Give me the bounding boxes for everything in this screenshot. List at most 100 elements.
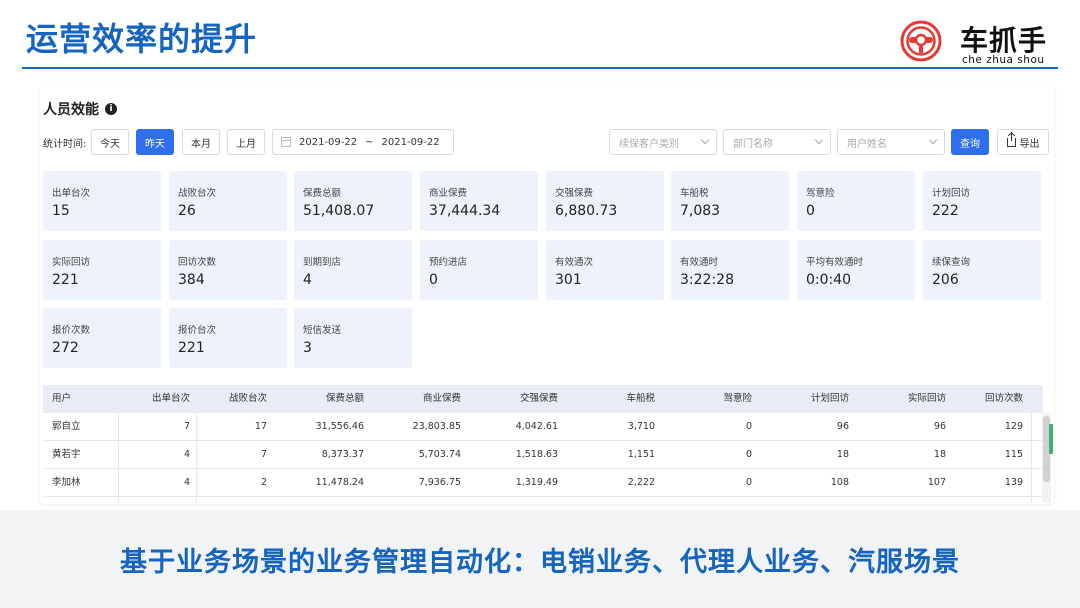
column-header[interactable]: 驾意险 [723, 385, 752, 413]
table-cell: 3,710 [627, 421, 655, 432]
table-row[interactable]: 郭自立 7 17 31,556.46 23,803.85 4,042.61 3,… [43, 413, 1043, 441]
column-header[interactable]: 战败台次 [229, 385, 267, 413]
metric-card: 续保查询 206 [923, 240, 1041, 300]
department-placeholder: 部门名称 [733, 138, 773, 150]
table-cell: 31,556.46 [315, 421, 364, 432]
column-header[interactable]: 商业保费 [423, 385, 461, 413]
range-today-button[interactable]: 今天 [91, 129, 129, 155]
metric-label: 出单台次 [52, 188, 91, 199]
metric-card: 到期到店 4 [294, 240, 412, 300]
table-cell: 11,478.24 [315, 477, 364, 488]
metric-card: 报价台次 221 [169, 308, 287, 368]
metric-value: 3 [303, 340, 312, 356]
metric-value: 301 [555, 272, 582, 288]
export-label: 导出 [1019, 138, 1040, 150]
metric-card: 短信发送 3 [294, 308, 412, 368]
renewal-category-placeholder: 续保客户类别 [619, 138, 679, 150]
table-cell: 7 [260, 449, 267, 460]
table-cell: 4,042.61 [515, 421, 558, 432]
metric-value: 6,880.73 [555, 203, 618, 219]
column-header[interactable]: 实际回访 [908, 385, 946, 413]
table-cell: 139 [1004, 477, 1023, 488]
metric-label: 交强保费 [555, 188, 594, 199]
department-select[interactable]: 部门名称 [723, 129, 831, 155]
column-header[interactable]: 计划回访 [811, 385, 849, 413]
export-icon [1006, 132, 1016, 147]
table-cell: 115 [1004, 449, 1023, 460]
table-cell: 96 [836, 421, 849, 432]
scroll-accent-marker [1049, 424, 1053, 454]
metric-value: 3:22:28 [680, 272, 734, 288]
table-cell: 8,373.37 [321, 449, 364, 460]
table-cell: 1,319.49 [515, 477, 558, 488]
metric-label: 回访次数 [178, 257, 217, 268]
metric-label: 战败台次 [178, 188, 217, 199]
metric-value: 15 [52, 203, 70, 219]
metric-value: 0:0:40 [806, 272, 852, 288]
table-cell: 18 [933, 449, 946, 460]
table-cell: 2 [260, 477, 267, 488]
column-header[interactable]: 回访次数 [985, 385, 1023, 413]
table-cell: 4 [183, 449, 190, 460]
metric-label: 报价台次 [178, 325, 217, 336]
column-header[interactable]: 交强保费 [520, 385, 558, 413]
table-cell: 107 [927, 477, 946, 488]
date-range-picker[interactable]: 2021-09-22 ~ 2021-09-22 [272, 129, 454, 155]
metric-label: 车船税 [680, 188, 709, 199]
metric-label: 保费总额 [303, 188, 342, 199]
metric-card: 预约进店 0 [420, 240, 538, 300]
logo-name-cn: 车抓手 [960, 24, 1048, 57]
column-header[interactable]: 出单台次 [152, 385, 190, 413]
renewal-category-select[interactable]: 续保客户类别 [609, 129, 717, 155]
date-start: 2021-09-22 [299, 136, 358, 148]
column-divider [196, 413, 197, 503]
metric-card: 回访次数 384 [169, 240, 287, 300]
metric-card: 战败台次 26 [169, 171, 287, 231]
table-cell: 17 [254, 421, 267, 432]
metric-value: 206 [932, 272, 959, 288]
query-button[interactable]: 查询 [951, 129, 989, 155]
metric-card: 平均有效通时 0:0:40 [797, 240, 915, 300]
table-cell: 129 [1004, 421, 1023, 432]
user-name-select[interactable]: 用户姓名 [837, 129, 945, 155]
metric-value: 222 [932, 203, 959, 219]
table-cell: 108 [830, 477, 849, 488]
chevron-down-icon [928, 135, 938, 145]
table-cell: 1,151 [627, 449, 655, 460]
table-cell: 7,936.75 [418, 477, 461, 488]
calendar-icon [281, 137, 291, 147]
metric-label: 到期到店 [303, 257, 342, 268]
metric-value: 7,083 [680, 203, 721, 219]
column-divider [1031, 413, 1032, 503]
metric-value: 384 [178, 272, 205, 288]
range-yesterday-button[interactable]: 昨天 [136, 129, 174, 155]
export-button[interactable]: 导出 [997, 129, 1049, 155]
metric-value: 26 [178, 203, 196, 219]
metric-value: 0 [429, 272, 438, 288]
metric-value: 221 [178, 340, 205, 356]
column-header[interactable]: 用户 [52, 385, 71, 413]
range-last-month-button[interactable]: 上月 [227, 129, 265, 155]
panel-title: 人员效能 i [43, 99, 117, 119]
metric-value: 272 [52, 340, 79, 356]
column-header[interactable]: 车船税 [626, 385, 655, 413]
metric-label: 报价次数 [52, 325, 91, 336]
table-cell: 0 [745, 449, 752, 460]
metric-card: 有效通次 301 [546, 240, 664, 300]
table-row[interactable]: 黄若宇 4 7 8,373.37 5,703.74 1,518.63 1,151… [43, 441, 1043, 469]
metric-label: 商业保费 [429, 188, 468, 199]
table-row[interactable]: 李加林 4 2 11,478.24 7,936.75 1,319.49 2,22… [43, 469, 1043, 497]
table-cell: 1,518.63 [515, 449, 558, 460]
staff-efficiency-panel: 人员效能 i 统计时间: 今天 昨天 本月 上月 2021-09-22 ~ 20… [40, 86, 1054, 504]
metric-label: 计划回访 [932, 188, 971, 199]
metric-card: 计划回访 222 [923, 171, 1041, 231]
panel-title-text: 人员效能 [43, 102, 99, 118]
chevron-down-icon [700, 135, 710, 145]
range-this-month-button[interactable]: 本月 [182, 129, 220, 155]
metric-card: 商业保费 37,444.34 [420, 171, 538, 231]
cell-user: 黄若宇 [52, 449, 81, 460]
column-header[interactable]: 保费总额 [326, 385, 364, 413]
filter-bar: 统计时间: 今天 昨天 本月 上月 2021-09-22 ~ 2021-09-2… [43, 129, 1049, 155]
info-icon[interactable]: i [105, 103, 117, 115]
table-cell: 18 [836, 449, 849, 460]
